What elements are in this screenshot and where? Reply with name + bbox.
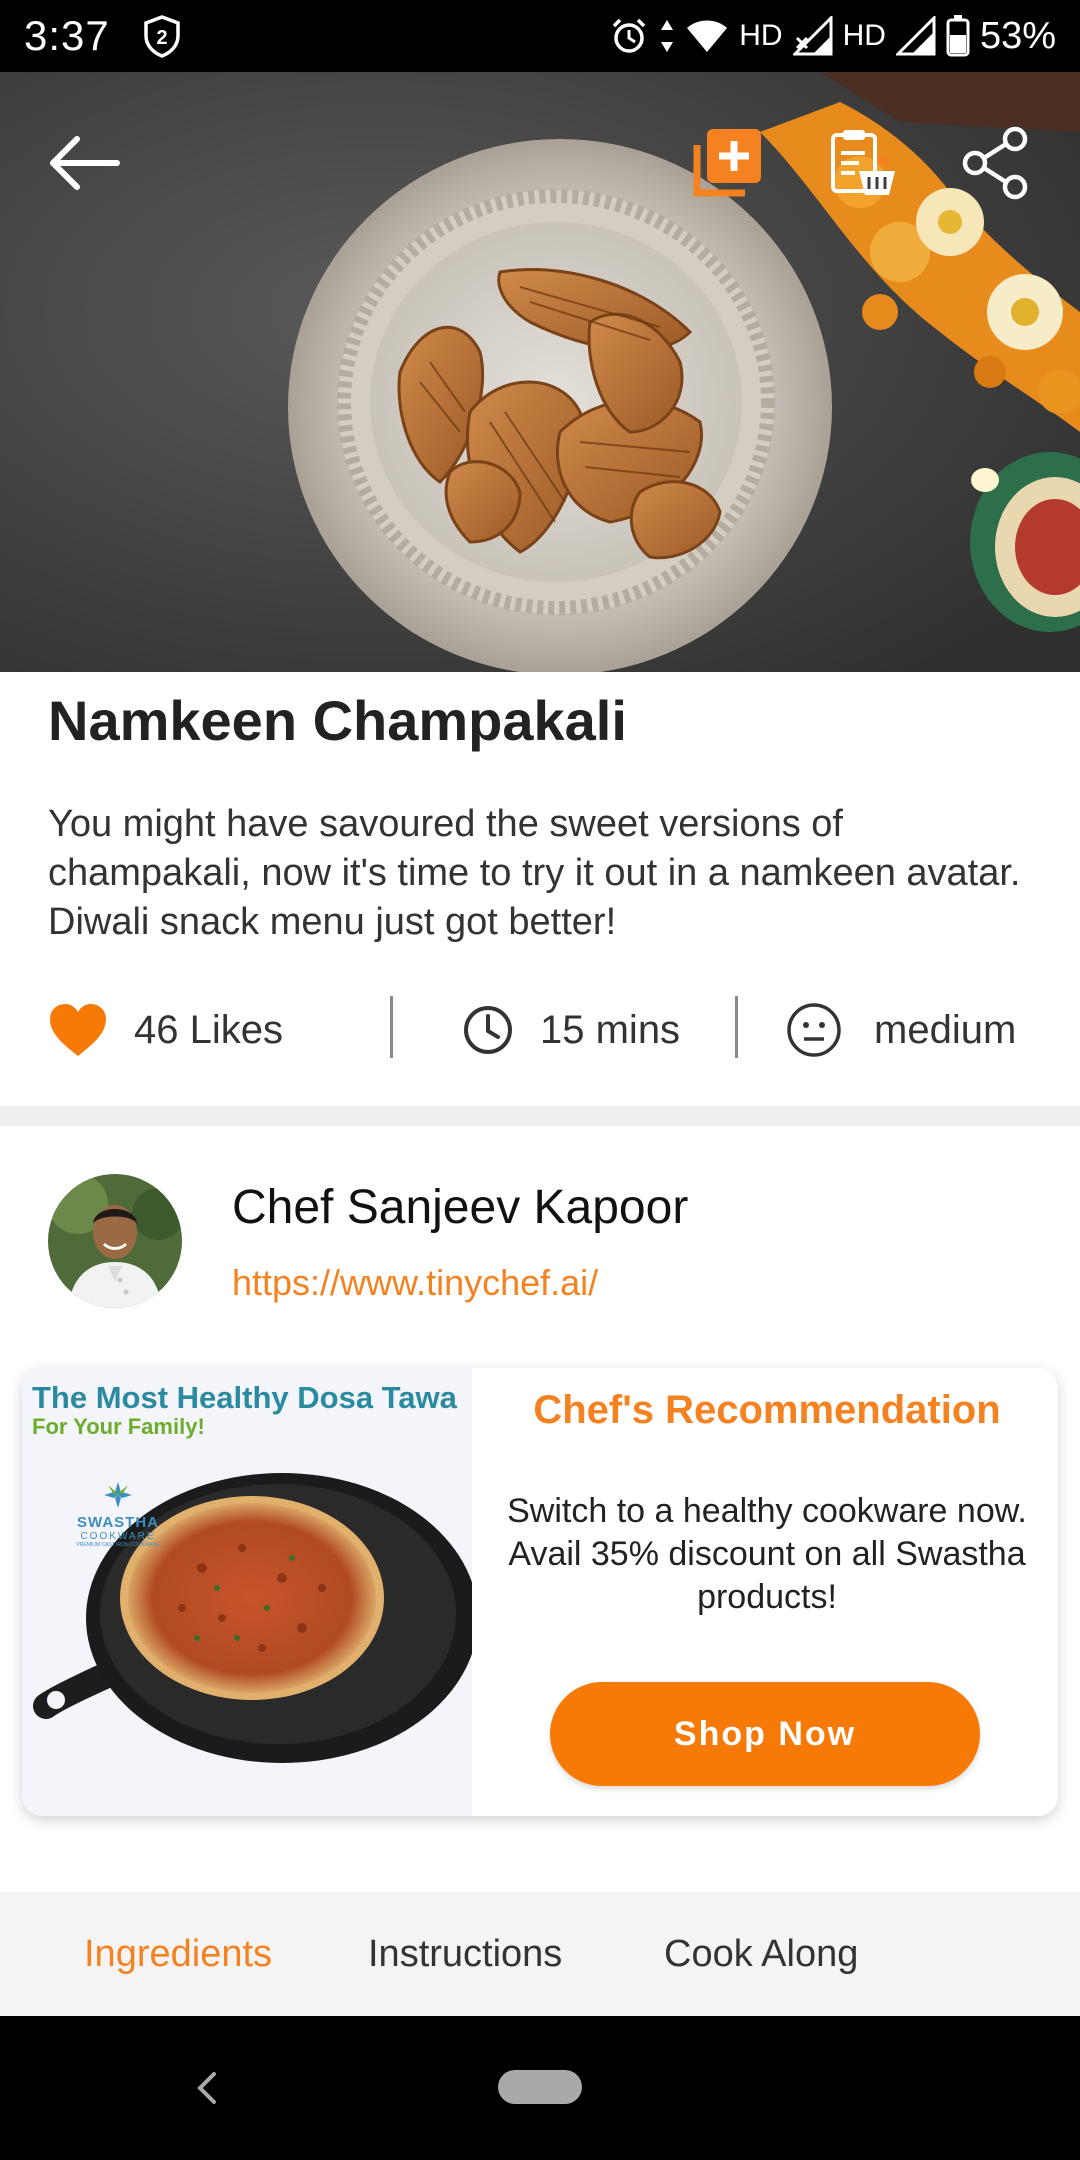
battery-icon [946, 15, 970, 57]
recipe-tabs: Ingredients Instructions Cook Along [0, 1892, 1080, 2016]
neutral-face-icon [787, 1003, 841, 1057]
likes-count: 46 Likes [134, 1007, 283, 1052]
nav-home-pill[interactable] [498, 2070, 582, 2104]
recipe-stats: 46 Likes 15 mins medium [0, 990, 1080, 1070]
section-divider [0, 1106, 1080, 1126]
brand-tagline: PREMIUM CAST IRON COOKWARE [76, 1542, 160, 1548]
status-time: 3:37 [24, 12, 110, 59]
share-button[interactable] [950, 118, 1040, 208]
data-arrows-icon [661, 20, 674, 52]
recipe-screen: 3:37 2 HD HD 53% Namkeen Champakali You … [0, 0, 1080, 2160]
add-to-collection-button[interactable] [682, 118, 772, 208]
shop-now-button[interactable]: Shop Now [550, 1682, 980, 1786]
status-bar: 3:37 2 HD HD 53% [0, 0, 1080, 72]
stat-divider [390, 996, 393, 1058]
difficulty-stat: medium [786, 990, 1016, 1070]
brand-subtitle: COOKWARE [80, 1531, 156, 1542]
back-button[interactable] [38, 118, 128, 208]
battery-percent: 53% [979, 14, 1056, 57]
time-stat: 15 mins [462, 990, 680, 1070]
add-to-collection-icon [693, 129, 761, 197]
arrow-left-icon [50, 136, 120, 190]
share-icon [962, 126, 1028, 200]
recipe-photo [0, 72, 1080, 672]
wifi-icon [687, 20, 728, 52]
recipe-description: You might have savoured the sweet versio… [48, 803, 1021, 943]
tab-instructions[interactable]: Instructions [368, 1892, 562, 2016]
brand-name: SWASTHA [77, 1514, 159, 1531]
swastha-logo-icon [104, 1482, 132, 1508]
heart-icon [50, 1004, 106, 1056]
network-label: HD [739, 19, 783, 52]
chef-recommendation-card: The Most Healthy Dosa Tawa For Your Fami… [22, 1368, 1058, 1816]
recommendation-text: Switch to a healthy cookware now. Avail … [507, 1492, 1027, 1616]
chef-name[interactable]: Chef Sanjeev Kapoor [232, 1180, 688, 1235]
stat-divider [735, 996, 738, 1058]
shopping-list-button[interactable] [818, 118, 908, 208]
recipe-shopping-list-icon [831, 130, 895, 195]
clock-icon [464, 1006, 512, 1054]
tab-ingredients[interactable]: Ingredients [84, 1892, 272, 2016]
chef-photo [48, 1174, 182, 1308]
notification-badge-icon: 2 [144, 15, 180, 58]
recipe-hero-image [0, 72, 1080, 672]
ad-subheadline: For Your Family! [32, 1414, 205, 1439]
signal-icon [895, 16, 936, 56]
ad-headline: The Most Healthy Dosa Tawa [32, 1380, 457, 1415]
difficulty-level: medium [874, 1007, 1017, 1052]
chef-website-link[interactable]: https://www.tinychef.ai/ [232, 1262, 598, 1304]
signal-icon [792, 16, 833, 56]
cook-time: 15 mins [540, 1007, 681, 1052]
svg-text:2: 2 [156, 27, 167, 49]
likes-stat[interactable]: 46 Likes [48, 990, 283, 1070]
nav-back-icon[interactable] [192, 2068, 222, 2108]
swastha-logo: SWASTHA COOKWARE PREMIUM CAST IRON COOKW… [70, 1480, 166, 1548]
recipe-title: Namkeen Champakali [48, 689, 627, 752]
chef-avatar[interactable] [48, 1174, 182, 1308]
alarm-icon [613, 18, 646, 53]
cookware-ad-image[interactable]: The Most Healthy Dosa Tawa For Your Fami… [22, 1368, 472, 1816]
tab-cook-along[interactable]: Cook Along [664, 1892, 858, 2016]
network-label: HD [842, 19, 886, 52]
status-icons: HD HD 53% [609, 15, 1056, 58]
recommendation-title: Chef's Recommendation [533, 1388, 1001, 1432]
